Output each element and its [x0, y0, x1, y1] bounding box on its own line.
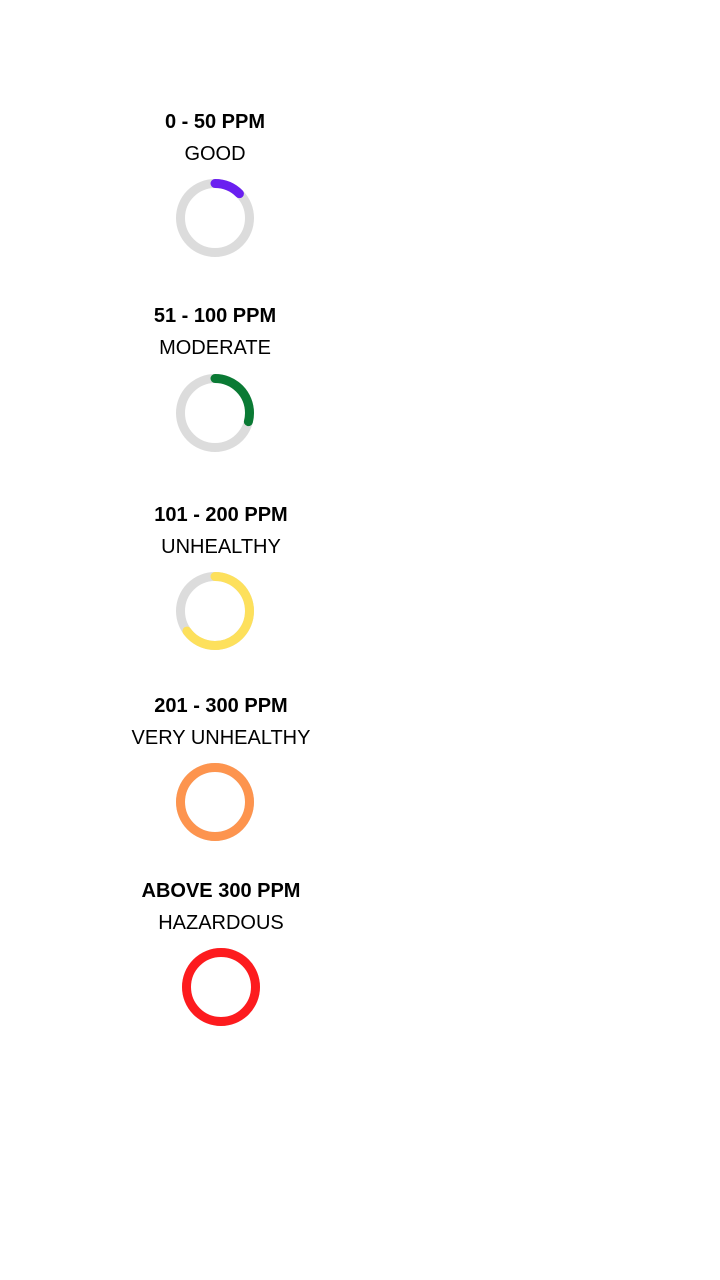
- level-unhealthy: 101 - 200 PPM UNHEALTHY: [101, 503, 341, 651]
- level-good: 0 - 50 PPM GOOD: [95, 110, 335, 258]
- level-very-unhealthy: 201 - 300 PPM VERY UNHEALTHY: [101, 694, 341, 842]
- progress-ring-icon: [175, 571, 255, 651]
- progress-ring-svg: [176, 374, 254, 452]
- progress-ring-icon: [175, 178, 255, 258]
- progress-ring-svg: [176, 179, 254, 257]
- progress-ring-icon: [175, 762, 255, 842]
- level-range: ABOVE 300 PPM: [141, 880, 301, 902]
- progress-ring-icon: [181, 947, 261, 1027]
- level-moderate: 51 - 100 PPM MODERATE: [95, 304, 335, 453]
- progress-ring-fill: [176, 763, 254, 841]
- level-label: UNHEALTHY: [161, 536, 281, 558]
- progress-ring-fill: [182, 948, 260, 1026]
- progress-ring-svg: [182, 948, 260, 1026]
- level-label: VERY UNHEALTHY: [131, 727, 311, 749]
- level-range: 0 - 50 PPM: [164, 111, 266, 133]
- level-range: 51 - 100 PPM: [153, 305, 277, 327]
- level-hazardous: ABOVE 300 PPM HAZARDOUS: [101, 879, 341, 1027]
- level-range: 101 - 200 PPM: [154, 504, 288, 526]
- progress-ring-svg: [176, 572, 254, 650]
- level-label: GOOD: [184, 143, 246, 165]
- progress-ring-icon: [175, 373, 255, 453]
- progress-ring-svg: [176, 763, 254, 841]
- level-range: 201 - 300 PPM: [154, 695, 288, 717]
- level-label: MODERATE: [159, 337, 271, 359]
- level-label: HAZARDOUS: [158, 912, 284, 934]
